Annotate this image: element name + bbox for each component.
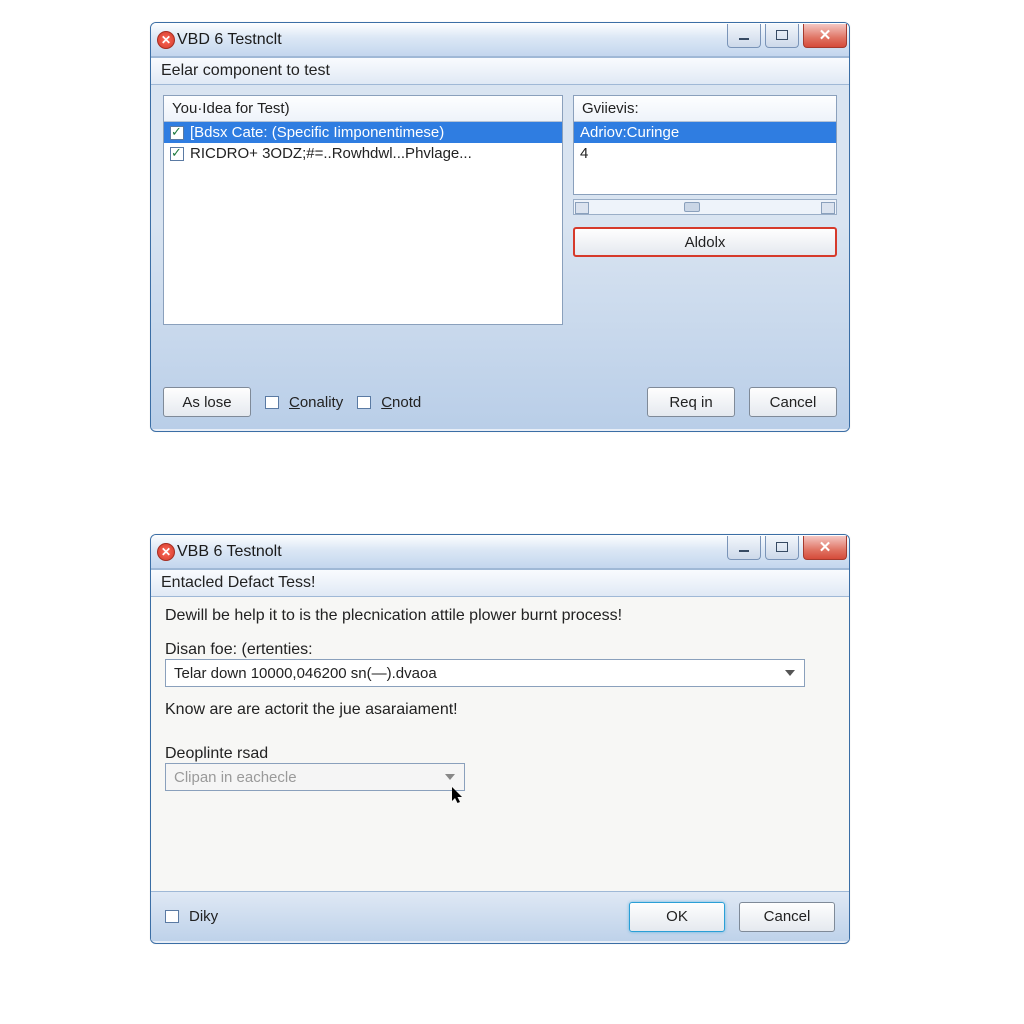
titlebar[interactable]: ✕ VBD 6 Testnclt ✕ [151,23,849,57]
combobox-placeholder: Clipan in eachecle [174,769,297,786]
reqin-button[interactable]: Req in [647,387,735,417]
maximize-button[interactable] [765,24,799,48]
checkbox-icon[interactable] [170,126,184,140]
checkbox-label: Cnotd [381,394,421,411]
window-controls: ✕ [723,24,847,50]
aslose-button[interactable]: As lose [163,387,251,417]
footer-buttons: As lose Conality Cnotd Req in Cancel [163,373,837,417]
cancel-button[interactable]: Cancel [739,902,835,932]
aldox-button[interactable]: Aldolx [573,227,837,257]
list-item-label: [Bdsx Cate: (Specific Iimponentimese) [190,124,444,141]
field2-label: Deoplinte rsad [165,745,835,763]
checkbox-label: Conality [289,394,343,411]
cancel-button[interactable]: Cancel [749,387,837,417]
list-item[interactable]: RICDRO+ 3ODZ;#=..Rowhdwl...Phvlage... [164,143,562,164]
error-icon: ✕ [157,31,175,49]
list-item[interactable]: 4 [574,143,836,164]
close-button[interactable]: ✕ [803,24,847,48]
checkbox-label: Diky [189,908,218,925]
checkbox-icon [265,396,279,409]
cnotd-checkbox[interactable]: Cnotd [357,394,421,411]
test-ideas-list-header: You·Idea for Test) [164,96,562,122]
checkbox-icon[interactable] [170,147,184,161]
checkbox-icon [357,396,371,409]
list-item-label: RICDRO+ 3ODZ;#=..Rowhdwl...Phvlage... [190,145,472,162]
footer-row: Diky OK Cancel [151,891,849,941]
conality-checkbox[interactable]: Conality [265,394,343,411]
description-text: Dewill be help it to is the plecnication… [165,607,835,625]
test-ideas-list[interactable]: You·Idea for Test) [Bdsx Cate: (Specific… [163,95,563,325]
field2-combobox[interactable]: Clipan in eachecle [165,763,465,791]
list-item-label: 4 [580,145,588,162]
list-item[interactable]: Adriov:Curinge [574,122,836,143]
combobox-value: Telar down 10000,046200 sn(—).dvaoa [174,665,437,682]
dropdown-arrow-icon [780,663,800,683]
dialog-component-test: ✕ VBD 6 Testnclt ✕ Eelar component to te… [150,22,850,432]
window-title: VBB 6 Testnolt [175,543,723,561]
right-column: Gviievis: Adriov:Curinge 4 Aldolx [573,95,837,325]
field1-combobox[interactable]: Telar down 10000,046200 sn(—).dvaoa [165,659,805,687]
diky-checkbox[interactable]: Diky [165,908,218,925]
list-item-label: Adriov:Curinge [580,124,679,141]
error-icon: ✕ [157,543,175,561]
field1-label: Disan foe: (ertenties: [165,641,835,659]
dialog-body: You·Idea for Test) [Bdsx Cate: (Specific… [151,85,849,429]
maximize-button[interactable] [765,536,799,560]
dialog-defact-tess: ✕ VBB 6 Testnolt ✕ Entacled Defact Tess!… [150,534,850,944]
givens-list[interactable]: Gviievis: Adriov:Curinge 4 [573,95,837,195]
dropdown-arrow-icon [440,767,460,787]
section-header: Entacled Defact Tess! [151,569,849,597]
dialog-body: Dewill be help it to is the plecnication… [151,597,849,941]
givens-list-header: Gviievis: [574,96,836,122]
minimize-button[interactable] [727,536,761,560]
close-button[interactable]: ✕ [803,536,847,560]
titlebar[interactable]: ✕ VBB 6 Testnolt ✕ [151,535,849,569]
window-title: VBD 6 Testnclt [175,31,723,49]
ok-button[interactable]: OK [629,902,725,932]
window-controls: ✕ [723,536,847,562]
checkbox-icon [165,910,179,923]
list-item[interactable]: [Bdsx Cate: (Specific Iimponentimese) [164,122,562,143]
horizontal-scrollbar[interactable] [573,199,837,215]
minimize-button[interactable] [727,24,761,48]
section-header: Eelar component to test [151,57,849,85]
note-text: Know are are actorit the jue asaraiament… [165,701,835,719]
content-row: You·Idea for Test) [Bdsx Cate: (Specific… [163,95,837,325]
